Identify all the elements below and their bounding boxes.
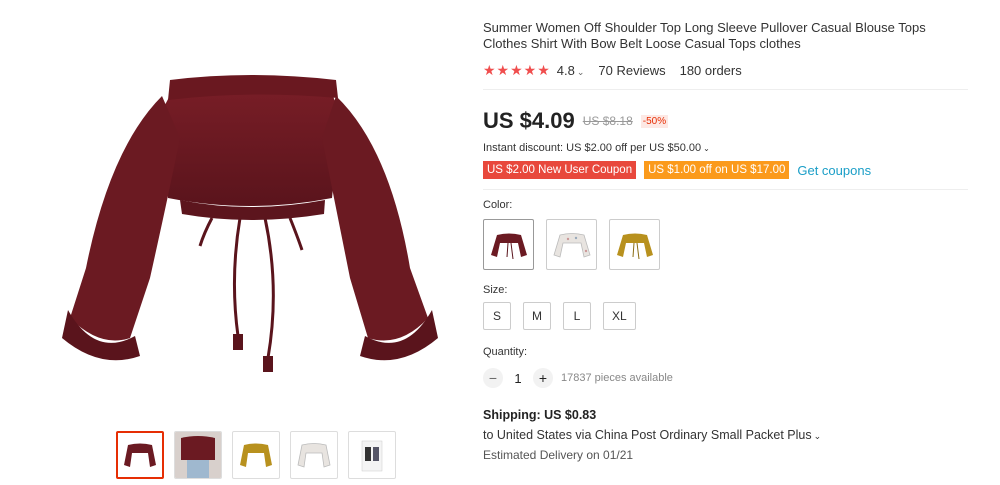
thumbnail-1[interactable]	[116, 431, 164, 479]
available-pieces: 17837 pieces available	[561, 372, 673, 384]
quantity-value[interactable]: 1	[503, 371, 533, 386]
chevron-down-icon: ⌄	[813, 431, 822, 441]
color-label: Color:	[483, 199, 513, 211]
size-option-xl[interactable]: XL	[603, 302, 636, 330]
rating-value[interactable]: 4.8 ⌄	[557, 63, 585, 78]
chevron-down-icon: ⌄	[703, 144, 710, 153]
star-rating-icon: ★★★★★	[483, 61, 551, 78]
thumbnail-strip	[116, 431, 396, 479]
orders-count: 180 orders	[679, 62, 742, 78]
shipping-title: Shipping: US $0.83	[483, 408, 597, 422]
instant-discount[interactable]: Instant discount: US $2.00 off per US $5…	[483, 142, 983, 156]
divider	[483, 89, 968, 90]
get-coupons-link[interactable]: Get coupons	[797, 163, 871, 178]
size-option-m[interactable]: M	[523, 302, 551, 330]
new-user-coupon[interactable]: US $2.00 New User Coupon	[483, 161, 637, 179]
main-product-image[interactable]	[40, 18, 460, 418]
original-price: US $8.18	[582, 114, 633, 128]
color-swatch-mustard-yellow[interactable]	[609, 219, 660, 270]
product-info: Summer Women Off Shoulder Top Long Sleev…	[483, 20, 983, 462]
chevron-down-icon: ⌄	[576, 66, 585, 77]
discount-badge: -50%	[640, 114, 669, 128]
store-coupon[interactable]: US $1.00 off on US $17.00	[644, 161, 790, 179]
rating-number: 4.8	[556, 62, 575, 78]
product-title: Summer Women Off Shoulder Top Long Sleev…	[483, 20, 926, 51]
divider	[483, 189, 968, 190]
color-swatch-white-floral[interactable]	[546, 219, 597, 270]
quantity-stepper: − 1 + 17837 pieces available	[483, 368, 983, 388]
instant-discount-text: Instant discount: US $2.00 off per US $5…	[483, 142, 702, 154]
color-swatches	[483, 219, 983, 270]
quantity-decrease-button[interactable]: −	[483, 368, 503, 388]
rating-row: ★★★★★ 4.8 ⌄ 70 Reviews 180 orders	[483, 62, 983, 78]
price-row: US $4.09 US $8.18 -50%	[483, 106, 983, 136]
size-label: Size:	[483, 284, 508, 296]
estimated-delivery: Estimated Delivery on 01/21	[483, 448, 634, 462]
size-option-l[interactable]: L	[563, 302, 591, 330]
shipping-method-text: to United States via China Post Ordinary…	[483, 428, 812, 442]
thumbnail-2[interactable]	[174, 431, 222, 479]
color-swatch-wine-red[interactable]	[483, 219, 534, 270]
thumbnail-3[interactable]	[232, 431, 280, 479]
quantity-label: Quantity:	[483, 346, 528, 358]
size-option-s[interactable]: S	[483, 302, 511, 330]
thumbnail-5[interactable]	[348, 431, 396, 479]
reviews-link[interactable]: 70 Reviews	[598, 63, 665, 78]
coupon-row: US $2.00 New User Coupon US $1.00 off on…	[483, 160, 983, 180]
shipping-method[interactable]: to United States via China Post Ordinary…	[483, 428, 983, 442]
size-options: S M L XL	[483, 302, 983, 330]
quantity-increase-button[interactable]: +	[533, 368, 553, 388]
current-price: US $4.09	[483, 108, 575, 133]
thumbnail-4[interactable]	[290, 431, 338, 479]
